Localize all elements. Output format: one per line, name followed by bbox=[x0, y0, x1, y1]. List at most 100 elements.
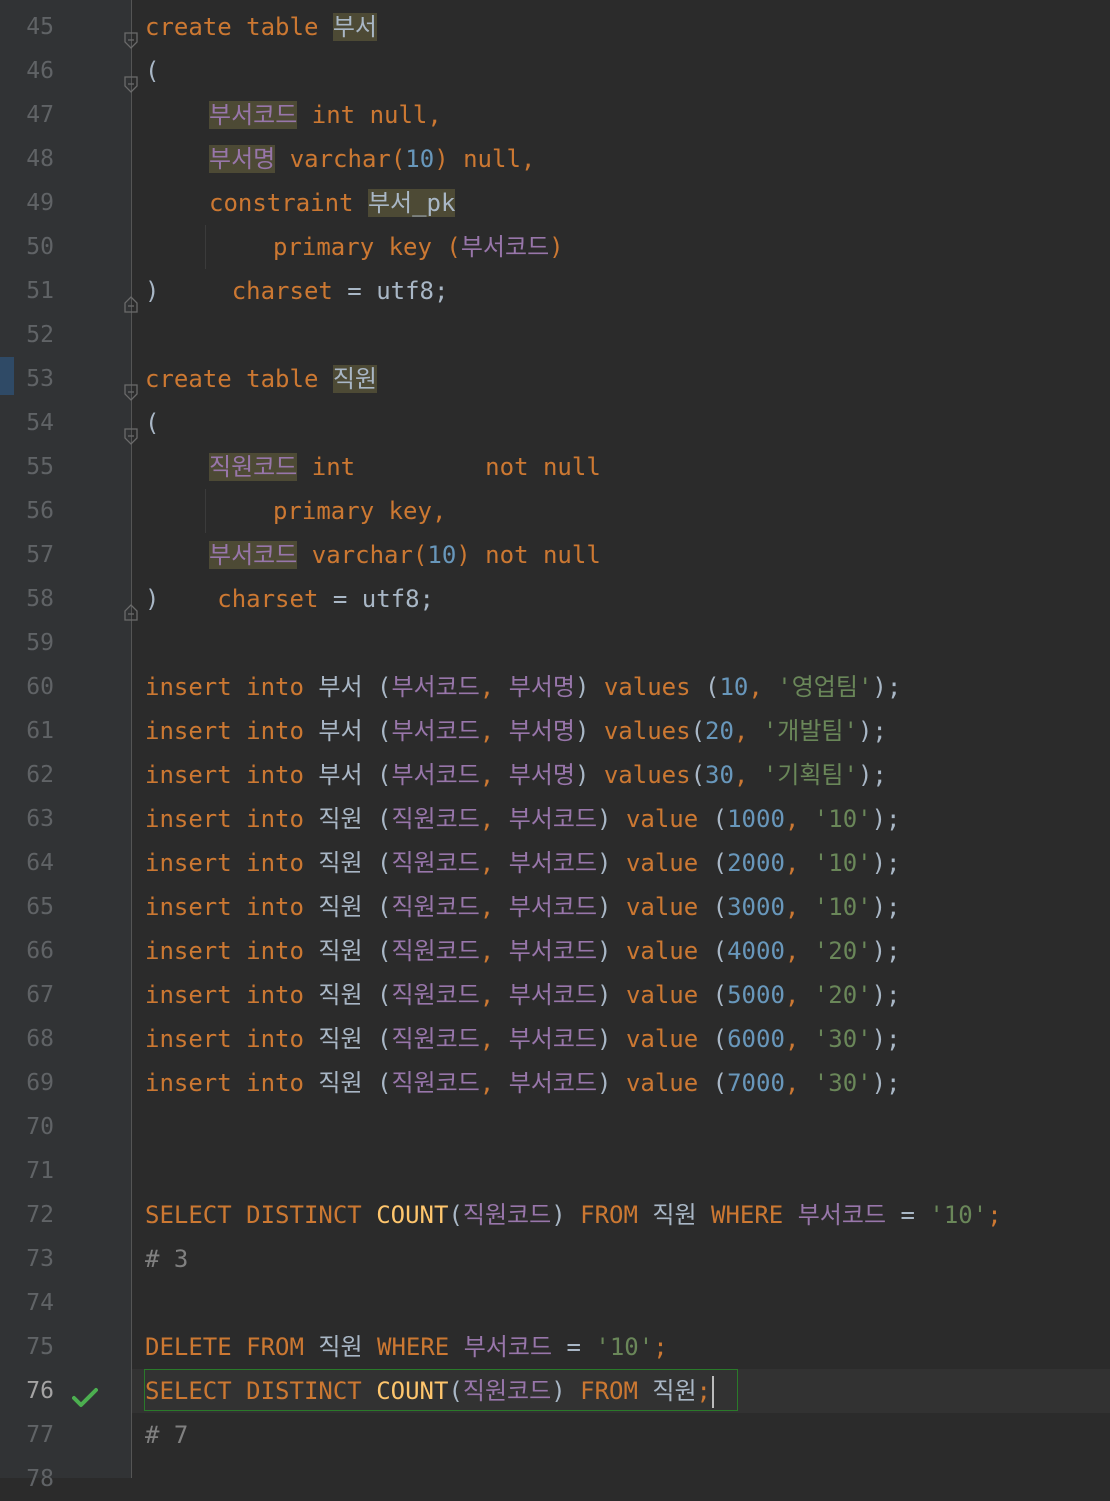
line-number[interactable]: 67 bbox=[14, 973, 54, 1017]
line-number[interactable]: 71 bbox=[14, 1149, 54, 1193]
line-number[interactable]: 70 bbox=[14, 1105, 54, 1149]
code-line[interactable]: 64 insert into 직원 (직원코드, 부서코드) value (200… bbox=[0, 841, 1110, 885]
code-line[interactable]: 54 ( bbox=[0, 401, 1110, 445]
code-text[interactable]: create table 부서 bbox=[145, 5, 378, 49]
line-number[interactable]: 56 bbox=[14, 489, 54, 533]
code-line[interactable]: 75 DELETE FROM 직원 WHERE 부서코드 = '10'; bbox=[0, 1325, 1110, 1369]
code-text[interactable]: SELECT DISTINCT COUNT(직원코드) FROM 직원 WHER… bbox=[145, 1193, 1002, 1237]
code-text[interactable]: SELECT DISTINCT COUNT(직원코드) FROM 직원; bbox=[145, 1369, 714, 1413]
fold-marker-icon[interactable] bbox=[123, 63, 139, 93]
code-text[interactable]: insert into 직원 (직원코드, 부서코드) value (2000,… bbox=[145, 841, 901, 885]
code-editor[interactable]: 45 create table 부서 46 (47 부서코드 int null, 48 부서… bbox=[0, 0, 1110, 1492]
line-number[interactable]: 60 bbox=[14, 665, 54, 709]
code-line[interactable]: 77 # 7 bbox=[0, 1413, 1110, 1457]
code-text[interactable]: insert into 직원 (직원코드, 부서코드) value (6000,… bbox=[145, 1017, 901, 1061]
line-number[interactable]: 52 bbox=[14, 313, 54, 357]
code-text[interactable]: insert into 부서 (부서코드, 부서명) values(20, '개… bbox=[145, 709, 887, 753]
code-line[interactable]: 73 # 3 bbox=[0, 1237, 1110, 1281]
code-text[interactable]: create table 직원 bbox=[145, 357, 378, 401]
code-line[interactable]: 67 insert into 직원 (직원코드, 부서코드) value (500… bbox=[0, 973, 1110, 1017]
code-line[interactable]: 47 부서코드 int null, bbox=[0, 93, 1110, 137]
code-text[interactable]: ) charset = utf8; bbox=[145, 269, 448, 313]
line-number[interactable]: 45 bbox=[14, 5, 54, 49]
line-number[interactable]: 47 bbox=[14, 93, 54, 137]
line-number[interactable]: 72 bbox=[14, 1193, 54, 1237]
code-text[interactable]: insert into 직원 (직원코드, 부서코드) value (5000,… bbox=[145, 973, 901, 1017]
code-line[interactable]: 62 insert into 부서 (부서코드, 부서명) values(30, … bbox=[0, 753, 1110, 797]
code-line[interactable]: 76 SELECT DISTINCT COUNT(직원코드) FROM 직원; bbox=[0, 1369, 1110, 1413]
line-number[interactable]: 54 bbox=[14, 401, 54, 445]
code-text[interactable]: primary key, bbox=[273, 489, 446, 533]
code-line[interactable]: 72 SELECT DISTINCT COUNT(직원코드) FROM 직원 WH… bbox=[0, 1193, 1110, 1237]
code-line[interactable]: 65 insert into 직원 (직원코드, 부서코드) value (300… bbox=[0, 885, 1110, 929]
line-number[interactable]: 69 bbox=[14, 1061, 54, 1105]
fold-marker-icon[interactable] bbox=[123, 591, 139, 621]
line-number[interactable]: 50 bbox=[14, 225, 54, 269]
code-line[interactable]: 49 constraint 부서_pk bbox=[0, 181, 1110, 225]
code-line[interactable]: 51 ) charset = utf8; bbox=[0, 269, 1110, 313]
line-number[interactable]: 66 bbox=[14, 929, 54, 973]
line-number[interactable]: 78 bbox=[14, 1457, 54, 1501]
line-number[interactable]: 73 bbox=[14, 1237, 54, 1281]
code-line[interactable]: 50 primary key (부서코드) bbox=[0, 225, 1110, 269]
code-line[interactable]: 48 부서명 varchar(10) null, bbox=[0, 137, 1110, 181]
code-line[interactable]: 63 insert into 직원 (직원코드, 부서코드) value (100… bbox=[0, 797, 1110, 841]
code-line[interactable]: 68 insert into 직원 (직원코드, 부서코드) value (600… bbox=[0, 1017, 1110, 1061]
code-line[interactable]: 58 ) charset = utf8; bbox=[0, 577, 1110, 621]
code-line[interactable]: 45 create table 부서 bbox=[0, 5, 1110, 49]
code-line[interactable]: 53 create table 직원 bbox=[0, 357, 1110, 401]
code-text[interactable]: constraint 부서_pk bbox=[209, 181, 456, 225]
line-number[interactable]: 57 bbox=[14, 533, 54, 577]
line-number[interactable]: 55 bbox=[14, 445, 54, 489]
line-number[interactable]: 77 bbox=[14, 1413, 54, 1457]
code-text[interactable]: insert into 직원 (직원코드, 부서코드) value (3000,… bbox=[145, 885, 901, 929]
code-text[interactable]: ( bbox=[145, 49, 159, 93]
code-line[interactable]: 78 bbox=[0, 1457, 1110, 1501]
code-line[interactable]: 52 bbox=[0, 313, 1110, 357]
fold-marker-icon[interactable] bbox=[123, 371, 139, 401]
code-text[interactable]: 부서코드 varchar(10) not null bbox=[209, 533, 601, 577]
code-line[interactable]: 60 insert into 부서 (부서코드, 부서명) values (10,… bbox=[0, 665, 1110, 709]
line-number[interactable]: 64 bbox=[14, 841, 54, 885]
line-number[interactable]: 68 bbox=[14, 1017, 54, 1061]
line-number[interactable]: 59 bbox=[14, 621, 54, 665]
code-text[interactable]: insert into 직원 (직원코드, 부서코드) value (1000,… bbox=[145, 797, 901, 841]
code-text[interactable]: # 7 bbox=[145, 1413, 188, 1457]
code-text[interactable]: insert into 직원 (직원코드, 부서코드) value (4000,… bbox=[145, 929, 901, 973]
line-number[interactable]: 75 bbox=[14, 1325, 54, 1369]
code-text[interactable]: 직원코드 int not null bbox=[209, 445, 601, 489]
line-number[interactable]: 76 bbox=[14, 1369, 54, 1413]
line-number[interactable]: 46 bbox=[14, 49, 54, 93]
code-text[interactable]: ( bbox=[145, 401, 159, 445]
code-line[interactable]: 57 부서코드 varchar(10) not null bbox=[0, 533, 1110, 577]
code-line[interactable]: 61 insert into 부서 (부서코드, 부서명) values(20, … bbox=[0, 709, 1110, 753]
code-text[interactable]: 부서명 varchar(10) null, bbox=[209, 137, 535, 181]
code-line[interactable]: 69 insert into 직원 (직원코드, 부서코드) value (700… bbox=[0, 1061, 1110, 1105]
line-number[interactable]: 51 bbox=[14, 269, 54, 313]
code-text[interactable]: 부서코드 int null, bbox=[209, 93, 442, 137]
code-text[interactable]: ) charset = utf8; bbox=[145, 577, 434, 621]
line-number[interactable]: 49 bbox=[14, 181, 54, 225]
code-line[interactable]: 71 bbox=[0, 1149, 1110, 1193]
fold-marker-icon[interactable] bbox=[123, 415, 139, 445]
code-line[interactable]: 59 bbox=[0, 621, 1110, 665]
line-number[interactable]: 65 bbox=[14, 885, 54, 929]
line-number[interactable]: 61 bbox=[14, 709, 54, 753]
code-text[interactable]: insert into 부서 (부서코드, 부서명) values (10, '… bbox=[145, 665, 901, 709]
code-text[interactable]: primary key (부서코드) bbox=[273, 225, 564, 269]
line-number[interactable]: 63 bbox=[14, 797, 54, 841]
line-number[interactable]: 58 bbox=[14, 577, 54, 621]
line-number[interactable]: 53 bbox=[14, 357, 54, 401]
code-line[interactable]: 46 ( bbox=[0, 49, 1110, 93]
code-text[interactable]: insert into 직원 (직원코드, 부서코드) value (7000,… bbox=[145, 1061, 901, 1105]
line-number[interactable]: 74 bbox=[14, 1281, 54, 1325]
code-text[interactable]: DELETE FROM 직원 WHERE 부서코드 = '10'; bbox=[145, 1325, 668, 1369]
code-line[interactable]: 56 primary key, bbox=[0, 489, 1110, 533]
line-number[interactable]: 62 bbox=[14, 753, 54, 797]
code-text[interactable]: # 3 bbox=[145, 1237, 188, 1281]
code-line[interactable]: 70 bbox=[0, 1105, 1110, 1149]
fold-marker-icon[interactable] bbox=[123, 283, 139, 313]
line-number[interactable]: 48 bbox=[14, 137, 54, 181]
code-line[interactable]: 66 insert into 직원 (직원코드, 부서코드) value (400… bbox=[0, 929, 1110, 973]
code-text[interactable]: insert into 부서 (부서코드, 부서명) values(30, '기… bbox=[145, 753, 887, 797]
